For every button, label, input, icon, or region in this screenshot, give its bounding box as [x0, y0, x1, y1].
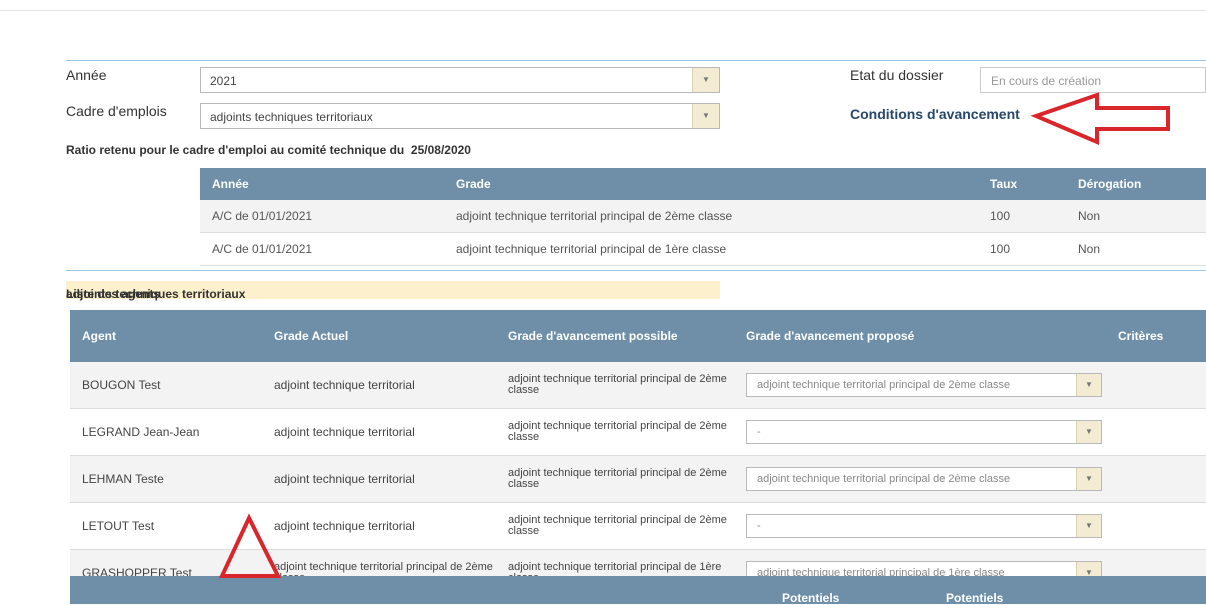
agents-table: Agent Grade Actuel Grade d'avancement po…: [70, 310, 1206, 597]
grade-propose-value: -: [757, 426, 761, 438]
agent-grade-actuel: adjoint technique territorial: [262, 362, 496, 409]
grade-propose-value: adjoint technique territorial principal …: [757, 473, 1011, 485]
agent-grade-propose-cell: adjoint technique territorial principal …: [734, 455, 1106, 503]
liste-agents-bar: Liste des agents adjoints techniques ter…: [66, 281, 720, 301]
table-row: BOUGON Test adjoint technique territoria…: [70, 362, 1206, 409]
agent-grade-possible: adjoint technique territorial principal …: [496, 502, 734, 550]
ratio-col-grade: Grade: [444, 168, 978, 200]
agent-criteres: [1106, 455, 1206, 503]
grade-propose-select[interactable]: - ▼: [746, 514, 1102, 538]
cadre-label: Cadre d'emplois: [66, 103, 167, 119]
chevron-down-icon[interactable]: ▼: [692, 68, 719, 92]
annee-label: Année: [66, 67, 107, 83]
grade-propose-select[interactable]: adjoint technique territorial principal …: [746, 373, 1102, 397]
table-row: A/C de 01/01/2021 adjoint technique terr…: [200, 200, 1206, 233]
table-row: LEHMAN Teste adjoint technique territori…: [70, 455, 1206, 503]
grade-propose-select[interactable]: - ▼: [746, 420, 1102, 444]
red-arrow-icon: [1030, 92, 1170, 146]
etat-field: En cours de création: [980, 67, 1206, 93]
agent-grade-propose-cell: - ▼: [734, 408, 1106, 456]
agent-name: BOUGON Test: [70, 362, 262, 409]
agent-grade-possible: adjoint technique territorial principal …: [496, 455, 734, 503]
ratio-derogation: Non: [1066, 200, 1206, 233]
etat-value: En cours de création: [991, 74, 1102, 88]
table-row: LETOUT Test adjoint technique territoria…: [70, 502, 1206, 550]
ratio-text: Ratio retenu pour le cadre d'emploi au c…: [66, 143, 471, 157]
agent-name: LETOUT Test: [70, 502, 262, 550]
table-row: A/C de 01/01/2021 adjoint technique terr…: [200, 232, 1206, 266]
chevron-down-icon[interactable]: ▼: [1076, 515, 1101, 537]
annee-value: 2021: [210, 74, 237, 88]
grade-propose-select[interactable]: adjoint technique territorial principal …: [746, 467, 1102, 491]
agents-header-row: Agent Grade Actuel Grade d'avancement po…: [70, 310, 1206, 362]
table-row: LEGRAND Jean-Jean adjoint technique terr…: [70, 408, 1206, 456]
agent-grade-actuel: adjoint technique territorial: [262, 408, 496, 456]
agents-col-propose: Grade d'avancement proposé: [734, 310, 1106, 362]
agent-grade-propose-cell: adjoint technique territorial principal …: [734, 362, 1106, 409]
form-top-border: [66, 60, 1206, 61]
ratio-table: Année Grade Taux Dérogation A/C de 01/01…: [200, 168, 1206, 266]
agent-grade-possible: adjoint technique territorial principal …: [496, 408, 734, 456]
agent-criteres: [1106, 408, 1206, 456]
agent-grade-actuel: adjoint technique territorial: [262, 455, 496, 503]
ratio-col-derogation: Dérogation: [1066, 168, 1206, 200]
agents-col-grade-actuel: Grade Actuel: [262, 310, 496, 362]
annee-select[interactable]: 2021 ▼: [200, 67, 720, 93]
potentiels-header-bar: Potentiels Potentiels: [70, 576, 1206, 605]
chevron-down-icon[interactable]: ▼: [1076, 421, 1101, 443]
agents-col-agent: Agent: [70, 310, 262, 362]
agent-grade-propose-cell: - ▼: [734, 502, 1106, 550]
ratio-annee: A/C de 01/01/2021: [200, 200, 444, 233]
chevron-down-icon[interactable]: ▼: [1076, 468, 1101, 490]
ratio-date: 25/08/2020: [410, 143, 471, 157]
conditions-avancement-link[interactable]: Conditions d'avancement: [850, 106, 1020, 122]
agents-col-criteres: Critères: [1106, 310, 1206, 362]
agent-criteres: [1106, 502, 1206, 550]
ratio-grade: adjoint technique territorial principal …: [444, 232, 978, 266]
etat-label: Etat du dossier: [850, 67, 944, 83]
ratio-annee: A/C de 01/01/2021: [200, 232, 444, 266]
grade-propose-value: adjoint technique territorial principal …: [757, 379, 1011, 391]
chevron-down-icon[interactable]: ▼: [1076, 374, 1101, 396]
grade-propose-value: -: [757, 520, 761, 532]
ratio-label: Ratio retenu pour le cadre d'emploi au c…: [66, 143, 405, 157]
agent-grade-possible: adjoint technique territorial principal …: [496, 362, 734, 409]
agent-criteres: [1106, 362, 1206, 409]
agent-name: LEHMAN Teste: [70, 455, 262, 503]
section-divider: [66, 270, 1206, 271]
agent-grade-actuel: adjoint technique territorial: [262, 502, 496, 550]
liste-cadre: adjoints techniques territoriaux: [66, 287, 246, 301]
potentiels-col-1: Potentiels: [782, 591, 840, 605]
potentiels-col-2: Potentiels: [946, 591, 1004, 605]
agents-col-possible: Grade d'avancement possible: [496, 310, 734, 362]
agent-name: LEGRAND Jean-Jean: [70, 408, 262, 456]
chevron-down-icon[interactable]: ▼: [692, 104, 719, 128]
ratio-taux: 100: [978, 232, 1066, 266]
top-divider: [0, 10, 1206, 11]
ratio-col-annee: Année: [200, 168, 444, 200]
ratio-header-row: Année Grade Taux Dérogation: [200, 168, 1206, 200]
ratio-derogation: Non: [1066, 232, 1206, 266]
ratio-taux: 100: [978, 200, 1066, 233]
cadre-select[interactable]: adjoints techniques territoriaux ▼: [200, 103, 720, 129]
ratio-grade: adjoint technique territorial principal …: [444, 200, 978, 233]
ratio-col-taux: Taux: [978, 168, 1066, 200]
cadre-value: adjoints techniques territoriaux: [210, 110, 373, 124]
